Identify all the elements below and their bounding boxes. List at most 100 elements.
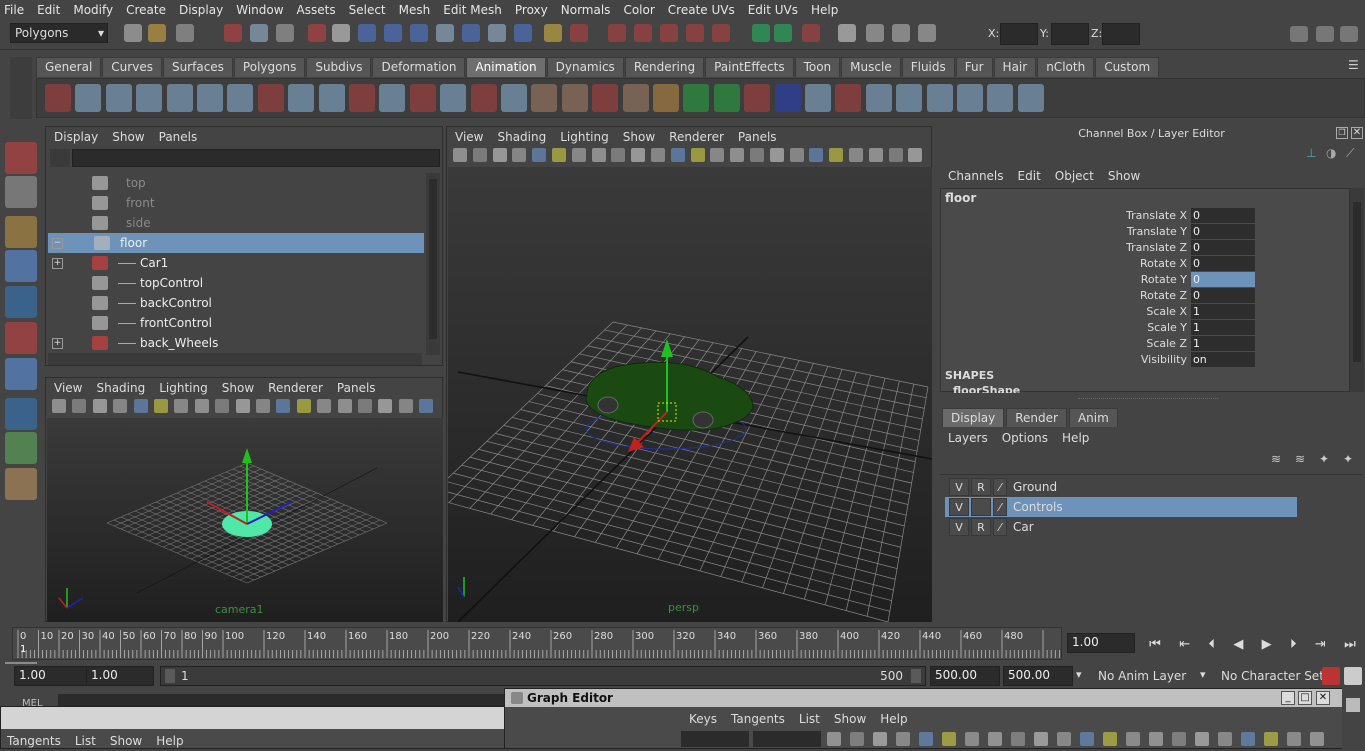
- viewport-tool-icon[interactable]: [72, 399, 87, 413]
- channel-value[interactable]: 0: [1191, 223, 1255, 239]
- viewport-tool-icon[interactable]: [919, 732, 933, 746]
- outliner-item-frontcontrol[interactable]: frontControl: [48, 313, 424, 333]
- viewport-tool-icon[interactable]: [1310, 732, 1324, 746]
- camera1-viewport-canvas[interactable]: camera1: [47, 418, 443, 622]
- viewport-tool-icon[interactable]: [1287, 732, 1301, 746]
- viewport-tool-icon[interactable]: [850, 732, 864, 746]
- maximize-icon[interactable]: □: [1298, 691, 1312, 705]
- layer-render-toggle[interactable]: [971, 498, 991, 516]
- universal-manip-icon[interactable]: [5, 358, 37, 390]
- viewport-tool-icon[interactable]: [1264, 732, 1278, 746]
- channel-rotate-y[interactable]: Rotate Y 0: [1071, 271, 1255, 287]
- status-tool-icon[interactable]: [384, 24, 402, 42]
- persp-menu-shading[interactable]: Shading: [497, 130, 546, 144]
- viewport-tool-icon[interactable]: [1103, 732, 1117, 746]
- menu-normals[interactable]: Normals: [561, 3, 611, 17]
- channel-value[interactable]: 1: [1191, 335, 1255, 351]
- minimize-icon[interactable]: _: [1281, 691, 1295, 705]
- last-tool-icon[interactable]: [5, 468, 37, 500]
- viewport-tool-icon[interactable]: [256, 399, 270, 413]
- viewport-tool-icon[interactable]: [710, 148, 725, 162]
- channel-value[interactable]: 1: [1191, 303, 1255, 319]
- soft-mod-icon[interactable]: [5, 398, 37, 430]
- viewport-tool-icon[interactable]: [52, 399, 66, 413]
- channel-value[interactable]: 0: [1191, 271, 1255, 287]
- playback-end-input[interactable]: 500.00: [930, 666, 1000, 686]
- status-tool-icon[interactable]: [488, 24, 506, 42]
- status-tool-icon[interactable]: [774, 24, 792, 42]
- shelf-tab-painteffects[interactable]: PaintEffects: [705, 57, 794, 77]
- graph-back-menu-tangents[interactable]: Tangents: [7, 734, 61, 748]
- viewport-tool-icon[interactable]: [472, 148, 487, 162]
- menu-display[interactable]: Display: [179, 3, 223, 17]
- menu-select[interactable]: Select: [349, 3, 386, 17]
- shelf-tab-fluids[interactable]: Fluids: [901, 57, 955, 77]
- half-circle-icon[interactable]: ◑: [1326, 146, 1344, 164]
- close-icon[interactable]: ✕: [1351, 127, 1363, 139]
- channel-value[interactable]: 0: [1191, 207, 1255, 223]
- menu-assets[interactable]: Assets: [297, 3, 336, 17]
- shelf-tool-icon[interactable]: [744, 84, 771, 112]
- camera1-menu-view[interactable]: View: [54, 381, 82, 395]
- shelf-tool-icon[interactable]: [531, 84, 558, 112]
- shelf-tab-surfaces[interactable]: Surfaces: [162, 57, 233, 77]
- shelf-tool-icon[interactable]: [318, 84, 345, 112]
- shape-node-name[interactable]: floorShape: [953, 384, 1020, 393]
- layer-visibility-toggle[interactable]: V: [949, 498, 969, 516]
- status-tool-icon[interactable]: [752, 24, 770, 42]
- layer-row-ground[interactable]: V R ⁄ Ground: [945, 477, 1297, 497]
- shelf-tool-icon[interactable]: [45, 84, 71, 112]
- outliner-menu-panels[interactable]: Panels: [159, 130, 198, 144]
- shelf-tab-fur[interactable]: Fur: [955, 57, 993, 77]
- viewport-tool-icon[interactable]: [896, 732, 910, 746]
- viewport-tool-icon[interactable]: [194, 399, 209, 413]
- dock-icon[interactable]: [1346, 698, 1360, 712]
- shelf-tool-icon[interactable]: [379, 84, 406, 112]
- viewport-tool-icon[interactable]: [868, 148, 883, 162]
- viewport-tool-icon[interactable]: [829, 148, 844, 162]
- shelf-tool-icon[interactable]: [470, 84, 497, 112]
- status-tool-icon[interactable]: [918, 24, 936, 42]
- shelf-tool-icon[interactable]: [957, 84, 983, 112]
- step-forward-key-icon[interactable]: ⇥: [1315, 637, 1326, 652]
- camera1-menu-renderer[interactable]: Renderer: [268, 381, 323, 395]
- shelf-tab-curves[interactable]: Curves: [102, 57, 162, 77]
- layer-row-car[interactable]: V R ⁄ Car: [945, 517, 1297, 537]
- shelf-tool-icon[interactable]: [75, 84, 102, 112]
- shelf-tool-icon[interactable]: [561, 84, 588, 112]
- camera1-menu-panels[interactable]: Panels: [337, 381, 376, 395]
- shelf-tab-toon[interactable]: Toon: [794, 57, 841, 77]
- viewport-tool-icon[interactable]: [1195, 732, 1209, 746]
- viewport-tool-icon[interactable]: [337, 399, 352, 413]
- select-tool-icon[interactable]: [5, 142, 37, 174]
- layer-tab-anim[interactable]: Anim: [1068, 408, 1118, 427]
- new-layer-selected-icon[interactable]: ≋: [1295, 452, 1305, 472]
- shelf-tool-icon[interactable]: [926, 84, 953, 112]
- show-manip-icon[interactable]: [5, 432, 37, 464]
- layer-add-icon[interactable]: ✦: [1319, 452, 1329, 472]
- shelf-tool-icon[interactable]: [865, 84, 892, 112]
- status-tool-icon[interactable]: [866, 24, 884, 42]
- play-backward-icon[interactable]: ◀: [1233, 637, 1243, 652]
- shelf-tab-rendering[interactable]: Rendering: [624, 57, 705, 77]
- viewport-tool-icon[interactable]: [827, 732, 841, 746]
- channel-scale-x[interactable]: Scale X 1: [1071, 303, 1255, 319]
- shelf-tool-icon[interactable]: [409, 84, 436, 112]
- viewport-tool-icon[interactable]: [873, 732, 887, 746]
- scale-tool-icon[interactable]: [5, 322, 37, 354]
- viewport-tool-icon[interactable]: [174, 399, 189, 413]
- viewport-tool-icon[interactable]: [235, 399, 250, 413]
- viewport-tool-icon[interactable]: [1011, 732, 1025, 746]
- viewport-tool-icon[interactable]: [276, 399, 291, 413]
- viewport-tool-icon[interactable]: [965, 732, 979, 746]
- shelf-tool-icon[interactable]: [440, 84, 467, 112]
- axis-icon[interactable]: ⊥: [1306, 146, 1324, 164]
- graph-editor-titlebar[interactable]: Graph Editor: [505, 689, 1364, 707]
- viewport-tool-icon[interactable]: [1172, 732, 1186, 746]
- graph-back-menu-help[interactable]: Help: [156, 734, 183, 748]
- graph-back-menu-list[interactable]: List: [75, 734, 96, 748]
- outliner-menu-show[interactable]: Show: [112, 130, 144, 144]
- viewport-tool-icon[interactable]: [750, 148, 764, 162]
- viewport-tool-icon[interactable]: [988, 732, 1002, 746]
- shelf-tool-icon[interactable]: [1017, 84, 1044, 112]
